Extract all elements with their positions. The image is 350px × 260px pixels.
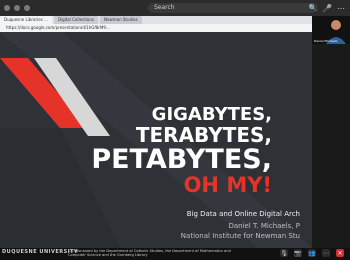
slide-author: Daniel T. Michaels, P — [228, 222, 300, 230]
top-toolbar: Search 🔍 🎤 ⋯ — [0, 0, 350, 16]
window-control-icon[interactable] — [4, 5, 10, 11]
sponsor-text: Co-sponsored by the Department of Cathol… — [68, 249, 231, 258]
search-placeholder: Search — [154, 4, 175, 11]
participant-video[interactable]: Daniel Michaels — [312, 16, 350, 44]
microphone-icon[interactable]: 🎤 — [322, 3, 332, 13]
people-icon[interactable]: 👥 — [308, 249, 316, 257]
browser-tab[interactable]: Newman Studies — [100, 16, 142, 24]
search-bar[interactable]: Search 🔍 — [148, 3, 318, 13]
slide-title-line: Oh My! — [183, 173, 272, 198]
participant-name: Daniel Michaels — [314, 39, 338, 43]
shared-browser-window: Duquesne Libraries ... Digital Collectio… — [0, 16, 312, 32]
window-control-icon[interactable] — [14, 5, 20, 11]
more-options-icon[interactable]: ⋯ — [322, 249, 330, 257]
mute-icon[interactable]: 🎙 — [280, 249, 288, 257]
browser-tab[interactable]: Digital Collections — [53, 16, 98, 24]
browser-tab[interactable]: Duquesne Libraries ... — [0, 16, 52, 24]
browser-tabs: Duquesne Libraries ... Digital Collectio… — [0, 16, 142, 24]
slide-title-line: Petabytes, — [91, 143, 272, 175]
camera-icon[interactable]: 📷 — [294, 249, 302, 257]
bottom-bar: DUQUESNE UNIVERSITY Co-sponsored by the … — [0, 248, 350, 260]
leave-call-icon[interactable]: ✕ — [336, 249, 344, 257]
slide-title: Gigabytes, Terabytes, Petabytes, Oh My! — [62, 105, 272, 198]
slide-subtitle: Big Data and Online Digital Arch — [186, 210, 300, 218]
window-control-icon[interactable] — [24, 5, 30, 11]
duquesne-logo: DUQUESNE UNIVERSITY — [2, 249, 79, 255]
slide-title-line: Terabytes, — [135, 122, 272, 147]
search-icon: 🔍 — [308, 4, 318, 12]
meeting-controls: 🎙 📷 👥 ⋯ ✕ — [280, 249, 344, 257]
slide-institution: National Institute for Newman Stu — [180, 232, 300, 240]
overflow-menu-icon[interactable]: ⋯ — [336, 3, 346, 13]
address-bar[interactable]: https://docs.google.com/presentation/d/1… — [0, 24, 312, 32]
presentation-slide: Gigabytes, Terabytes, Petabytes, Oh My! … — [0, 32, 312, 248]
